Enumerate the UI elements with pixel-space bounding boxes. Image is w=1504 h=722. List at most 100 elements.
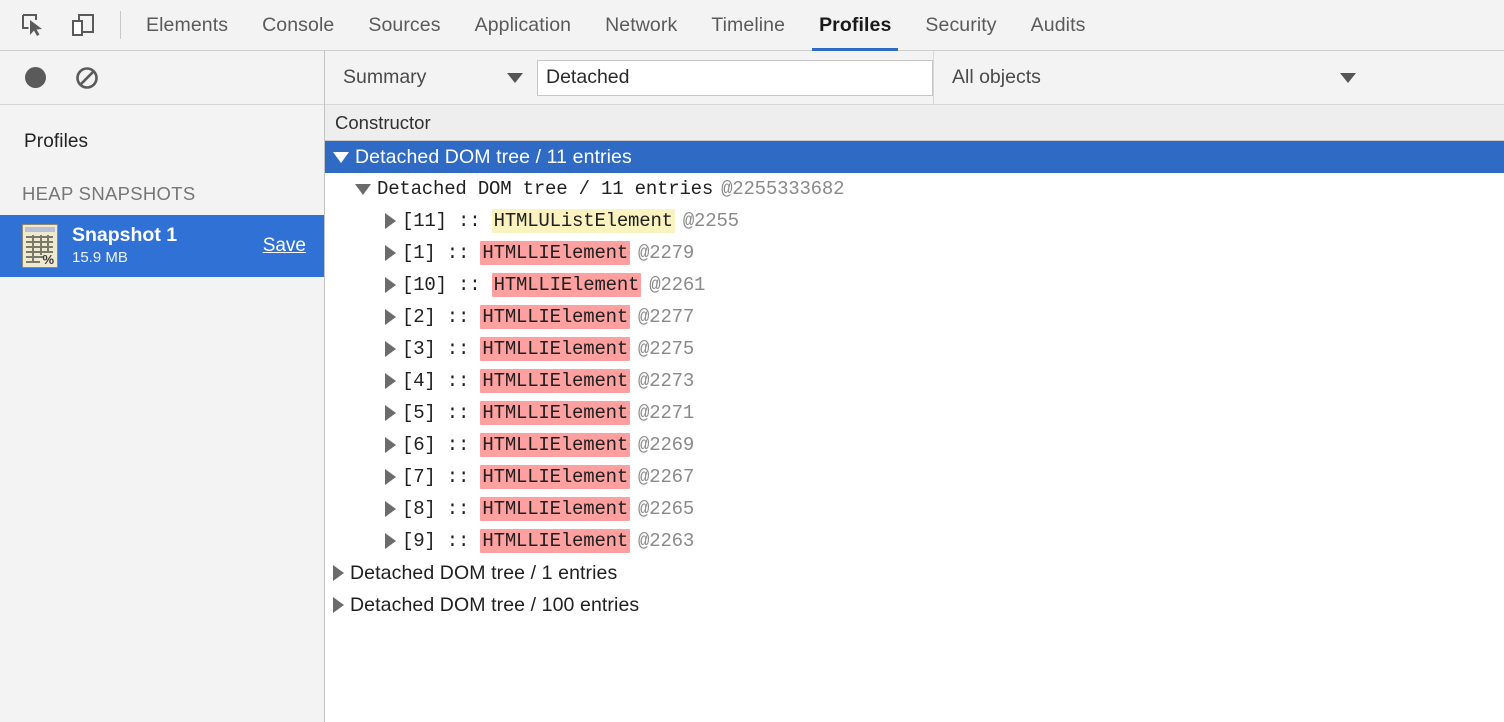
tree-row-index: [5] :: (402, 402, 480, 424)
tree-row-object-id: @2277 (638, 306, 694, 328)
tree-row-object-id: @2255333682 (721, 178, 844, 200)
view-mode-label: Summary (343, 66, 426, 89)
tree-row-object-id: @2267 (638, 466, 694, 488)
devtools-tool-icons (0, 8, 100, 42)
tree-row-index: [8] :: (402, 498, 480, 520)
heap-snapshot-icon: % (22, 224, 58, 268)
triangle-right-icon[interactable] (385, 469, 396, 485)
tab-security[interactable]: Security (908, 0, 1013, 51)
tab-profiles[interactable]: Profiles (802, 0, 908, 51)
triangle-right-icon[interactable] (385, 213, 396, 229)
tab-timeline[interactable]: Timeline (694, 0, 802, 51)
sidebar-empty-area (0, 277, 324, 722)
tree-row[interactable]: [11] :: HTMLUListElement@2255 (325, 205, 1504, 237)
chevron-down-icon (1340, 73, 1356, 83)
triangle-right-icon[interactable] (385, 405, 396, 421)
tree-row-class-name: HTMLUListElement (492, 209, 675, 233)
inspect-element-icon[interactable] (16, 8, 50, 42)
tree-row-label: Detached DOM tree / 1 entries (350, 562, 617, 585)
tree-row-label: [4] :: HTMLLIElement (402, 370, 630, 392)
tab-label: Application (475, 14, 572, 37)
tree-row-label: [6] :: HTMLLIElement (402, 434, 630, 456)
clear-no-entry-icon[interactable] (72, 63, 102, 93)
tree-row-class-name: HTMLLIElement (480, 337, 630, 361)
tree-row-class-name: Detached DOM tree / 11 entries (355, 146, 632, 168)
tab-elements[interactable]: Elements (129, 0, 245, 51)
tree-row[interactable]: Detached DOM tree / 1 entries (325, 557, 1504, 589)
tab-label: Audits (1031, 14, 1086, 37)
tree-row-class-name: Detached DOM tree / 11 entries (377, 178, 713, 200)
devtools-tabs: Elements Console Sources Application Net… (129, 0, 1102, 51)
tree-row[interactable]: Detached DOM tree / 100 entries (325, 589, 1504, 621)
tree-row-index: [2] :: (402, 306, 480, 328)
tree-row[interactable]: [10] :: HTMLLIElement@2261 (325, 269, 1504, 301)
tree-row-object-id: @2261 (649, 274, 705, 296)
grid-column-header[interactable]: Constructor (325, 105, 1504, 141)
sidebar-section-heap-snapshots: HEAP SNAPSHOTS (0, 153, 324, 215)
tree-row-object-id: @2279 (638, 242, 694, 264)
heap-filter-toolbar: Summary Detached All objects (325, 51, 1504, 105)
tree-row-class-name: HTMLLIElement (480, 241, 630, 265)
tree-row[interactable]: [7] :: HTMLLIElement @2267 (325, 461, 1504, 493)
class-filter-value: Detached (546, 66, 629, 89)
tab-sources[interactable]: Sources (351, 0, 457, 51)
tab-label: Security (925, 14, 996, 37)
tree-row-class-name: HTMLLIElement (480, 369, 630, 393)
tab-console[interactable]: Console (245, 0, 351, 51)
tree-row[interactable]: Detached DOM tree / 11 entries (325, 141, 1504, 173)
triangle-right-icon[interactable] (385, 277, 396, 293)
tree-row-label: Detached DOM tree / 11 entries (377, 178, 713, 200)
triangle-right-icon[interactable] (385, 341, 396, 357)
triangle-right-icon[interactable] (385, 533, 396, 549)
tree-row[interactable]: [3] :: HTMLLIElement@2275 (325, 333, 1504, 365)
tree-row-label: [7] :: HTMLLIElement (402, 466, 630, 488)
tree-row-label: [3] :: HTMLLIElement (402, 338, 630, 360)
triangle-down-icon[interactable] (355, 184, 371, 195)
view-mode-select[interactable]: Summary (325, 51, 537, 105)
tree-row-object-id: @2263 (638, 530, 694, 552)
tree-row-class-name: HTMLLIElement (480, 433, 630, 457)
devtools-body: Profiles HEAP SNAPSHOTS % Snap (0, 51, 1504, 722)
tree-row[interactable]: [2] :: HTMLLIElement @2277 (325, 301, 1504, 333)
record-circle-icon[interactable] (20, 63, 50, 93)
tree-row[interactable]: [1] :: HTMLLIElement @2279 (325, 237, 1504, 269)
tree-row-label: [11] :: HTMLUListElement (402, 210, 675, 232)
tab-audits[interactable]: Audits (1014, 0, 1103, 51)
snapshot-save-link[interactable]: Save (263, 235, 306, 257)
triangle-down-icon[interactable] (333, 152, 349, 163)
triangle-right-icon[interactable] (385, 501, 396, 517)
tree-row-class-name: HTMLLIElement (480, 305, 630, 329)
triangle-right-icon[interactable] (333, 597, 344, 613)
tree-row[interactable]: Detached DOM tree / 11 entries @225533368… (325, 173, 1504, 205)
devtools-tabbar: Elements Console Sources Application Net… (0, 0, 1504, 51)
triangle-right-icon[interactable] (385, 309, 396, 325)
tab-network[interactable]: Network (588, 0, 694, 51)
tree-row-index: [3] :: (402, 338, 480, 360)
triangle-right-icon[interactable] (385, 373, 396, 389)
tree-row-label: [1] :: HTMLLIElement (402, 242, 630, 264)
profiles-sidebar: Profiles HEAP SNAPSHOTS % Snap (0, 51, 325, 722)
tab-application[interactable]: Application (458, 0, 589, 51)
tab-label: Console (262, 14, 334, 37)
tree-row[interactable]: [8] :: HTMLLIElement@2265 (325, 493, 1504, 525)
tree-row[interactable]: [9] :: HTMLLIElement @2263 (325, 525, 1504, 557)
tree-row[interactable]: [4] :: HTMLLIElement @2273 (325, 365, 1504, 397)
tree-row[interactable]: [6] :: HTMLLIElement@2269 (325, 429, 1504, 461)
triangle-right-icon[interactable] (385, 437, 396, 453)
tree-row-index: [1] :: (402, 242, 480, 264)
class-filter-input[interactable]: Detached (537, 60, 933, 96)
heap-constructor-tree[interactable]: Detached DOM tree / 11 entriesDetached D… (325, 141, 1504, 722)
tree-row-class-name: Detached DOM tree / 100 entries (350, 594, 639, 616)
tree-row[interactable]: [5] :: HTMLLIElement@2271 (325, 397, 1504, 429)
tab-label: Elements (146, 14, 228, 37)
tree-row-label: Detached DOM tree / 100 entries (350, 594, 639, 617)
triangle-right-icon[interactable] (385, 245, 396, 261)
tree-row-label: [9] :: HTMLLIElement (402, 530, 630, 552)
sidebar-item-snapshot-1[interactable]: % Snapshot 1 15.9 MB Save (0, 215, 324, 277)
tree-row-object-id: @2273 (638, 370, 694, 392)
objects-scope-select[interactable]: All objects (933, 51, 1504, 105)
triangle-right-icon[interactable] (333, 565, 344, 581)
device-toolbar-icon[interactable] (66, 8, 100, 42)
snapshot-size: 15.9 MB (72, 248, 255, 268)
tab-label: Sources (368, 14, 440, 37)
